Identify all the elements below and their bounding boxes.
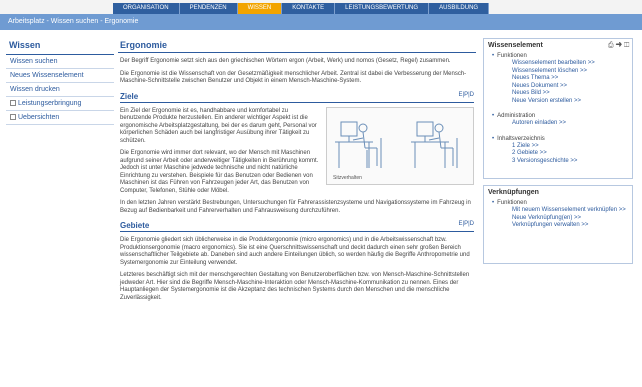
ergonomics-figure: Sitzverhalten xyxy=(326,106,474,185)
section-edit-links[interactable]: E|P|D xyxy=(459,92,474,98)
sidebar-item-wissen-suchen[interactable]: Wissen suchen xyxy=(6,55,114,69)
main-content: Ergonomie Der Begriff Ergonomie setzt si… xyxy=(118,38,476,387)
section-heading-ziele: Ziele E|P|D xyxy=(120,92,474,103)
gebiete-paragraph-1: Die Ergonomie gliedert sich üblicherweis… xyxy=(120,237,470,266)
sidebar-item-neues-wissenselement[interactable]: Neues Wissenselement xyxy=(6,69,114,83)
ziele-paragraph-3: In den letzten Jahren verstärkt Bestrebu… xyxy=(120,200,471,214)
section-title: Ziele xyxy=(120,91,139,101)
main-menu: ORGANISATION PENDENZEN WISSEN KONTAKTE L… xyxy=(113,3,490,14)
gebiete-paragraph-2: Letzteres beschäftigt sich mit der mensc… xyxy=(120,272,470,301)
link-neues-thema[interactable]: Neues Thema >> xyxy=(512,75,628,83)
sidebar-item-uebersichten[interactable]: Uebersichten xyxy=(6,111,114,125)
tab-pendenzen[interactable]: PENDENZEN xyxy=(180,3,238,14)
sidebar-item-label: Wissen suchen xyxy=(10,58,58,65)
right-panel: Wissenselement Funktionen Wissenselement… xyxy=(483,38,633,270)
top-navigation: ORGANISATION PENDENZEN WISSEN KONTAKTE L… xyxy=(0,0,642,14)
sidebar-item-wissen-drucken[interactable]: Wissen drucken xyxy=(6,83,114,97)
link-neue-verknuepfung[interactable]: Neue Verknüpfung(en) >> xyxy=(512,215,628,223)
group-label: Funktionen xyxy=(492,53,628,59)
link-wissenselement-loeschen[interactable]: Wissenselement löschen >> xyxy=(512,68,628,76)
sidebar-item-leistungserbringung[interactable]: Leistungserbringung xyxy=(6,97,114,111)
sidebar-item-label: Uebersichten xyxy=(18,114,60,121)
page-title-text: Ergonomie xyxy=(120,40,168,50)
figure-caption: Sitzverhalten xyxy=(333,174,362,181)
group-label: Administration xyxy=(492,113,628,119)
sidebar-title: Wissen xyxy=(6,38,114,55)
sidebar: Wissen Wissen suchen Neues Wissenselemen… xyxy=(6,38,114,125)
link-verknuepfungen-verwalten[interactable]: Verknüpfungen verwalten >> xyxy=(512,222,628,230)
group-label: Inhaltsverzeichnis xyxy=(492,136,628,142)
tab-kontakte[interactable]: KONTAKTE xyxy=(282,3,336,14)
link-toc-gebiete[interactable]: 2 Gebiete >> xyxy=(512,150,628,158)
intro-paragraph-2: Die Ergonomie ist die Wissenschaft von d… xyxy=(120,70,467,85)
panel-title: Wissenselement xyxy=(488,42,543,49)
tab-organisation[interactable]: ORGANISATION xyxy=(113,3,180,14)
panel-title: Verknüpfungen xyxy=(488,189,539,196)
sitting-posture-illustration xyxy=(335,121,458,168)
tab-ausbildung[interactable]: AUSBILDUNG xyxy=(429,3,490,14)
link-autoren-einladen[interactable]: Autoren einladen >> xyxy=(512,120,628,128)
tab-leistungsbewertung[interactable]: LEISTUNGSBEWERTUNG xyxy=(335,3,430,14)
breadcrumb: Arbeitsplatz - Wissen suchen - Ergonomie xyxy=(0,14,642,30)
expand-icon xyxy=(10,114,16,121)
link-toc-versionsgeschichte[interactable]: 3 Versionsgeschichte >> xyxy=(512,158,628,166)
tab-wissen[interactable]: WISSEN xyxy=(237,3,283,14)
link-mit-neuem-wissenselement-verknuepfen[interactable]: Mit neuem Wissenselement verknüpfen >> xyxy=(512,207,628,215)
link-neue-version[interactable]: Neue Version erstellen >> xyxy=(512,98,628,106)
verknuepfungen-panel: Verknüpfungen Funktionen Mit neuem Wisse… xyxy=(483,185,633,264)
link-wissenselement-bearbeiten[interactable]: Wissenselement bearbeiten >> xyxy=(512,60,628,68)
sidebar-item-label: Leistungserbringung xyxy=(18,100,82,107)
section-heading-gebiete: Gebiete E|P|D xyxy=(120,221,474,232)
intro-paragraph-1: Der Begriff Ergonomie setzt sich aus den… xyxy=(120,58,451,64)
link-neues-dokument[interactable]: Neues Dokument >> xyxy=(512,83,628,91)
section-title: Gebiete xyxy=(120,221,150,230)
sidebar-item-label: Wissen drucken xyxy=(10,86,60,93)
group-label: Funktionen xyxy=(492,200,628,206)
expand-icon xyxy=(10,100,16,107)
page-title: Ergonomie xyxy=(118,38,476,53)
wissenselement-panel: Wissenselement Funktionen Wissenselement… xyxy=(483,38,633,179)
link-neues-bild[interactable]: Neues Bild >> xyxy=(512,90,628,98)
sidebar-item-label: Neues Wissenselement xyxy=(10,72,84,79)
section-edit-links[interactable]: E|P|D xyxy=(459,221,474,227)
link-toc-ziele[interactable]: 1 Ziele >> xyxy=(512,143,628,151)
